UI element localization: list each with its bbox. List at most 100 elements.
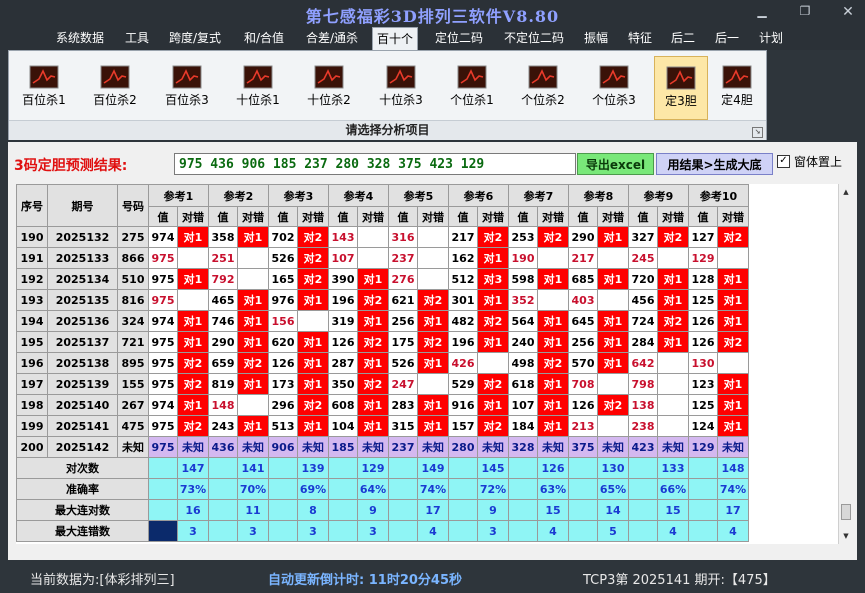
col-header-result[interactable]: 对错	[597, 206, 629, 227]
col-header-value[interactable]: 值	[328, 206, 358, 227]
ribbon-button[interactable]: 百位杀2	[83, 56, 147, 118]
cell-result[interactable]: 对2	[537, 352, 569, 374]
cell-result[interactable]	[597, 373, 629, 395]
cell-value[interactable]: 685	[568, 268, 598, 290]
col-header-result[interactable]: 对错	[417, 206, 449, 227]
menu-item[interactable]: 后二	[669, 29, 697, 47]
cell-result[interactable]: 对2	[417, 289, 449, 311]
col-header-value[interactable]: 值	[628, 206, 658, 227]
cell-result[interactable]	[477, 352, 509, 374]
cell-result[interactable]: 对2	[597, 394, 629, 416]
cell-value[interactable]: 175	[388, 331, 418, 353]
cell-value[interactable]: 746	[208, 310, 238, 332]
cell-value[interactable]: 974	[148, 310, 178, 332]
cell-value[interactable]: 128	[688, 268, 718, 290]
menu-item[interactable]: 系统数据	[53, 29, 107, 47]
col-header-ref[interactable]: 参考6	[448, 184, 509, 207]
ribbon-button[interactable]: 定4胆	[711, 56, 763, 118]
cell-result[interactable]: 对2	[177, 373, 209, 395]
cell-value[interactable]: 217	[568, 247, 598, 269]
cell-result[interactable]: 未知	[177, 436, 209, 458]
cell-value[interactable]: 975	[148, 415, 178, 437]
cell-result[interactable]: 对1	[357, 352, 389, 374]
col-header-value[interactable]: 值	[568, 206, 598, 227]
cell-value[interactable]: 256	[568, 331, 598, 353]
ribbon-button[interactable]: 个位杀2	[511, 56, 575, 118]
cell-value[interactable]: 358	[208, 226, 238, 248]
cell-result[interactable]: 未知	[717, 436, 749, 458]
cell-value[interactable]: 975	[148, 373, 178, 395]
cell-value[interactable]: 526	[388, 352, 418, 374]
cell-value[interactable]: 570	[568, 352, 598, 374]
cell-value[interactable]: 165	[268, 268, 298, 290]
cell-result[interactable]: 对1	[357, 310, 389, 332]
table-row[interactable]: 195 2025137 721 975 对1 290 对1 620 对1 126 对2 175 对2 19…	[16, 331, 749, 353]
cell-result[interactable]: 对1	[297, 415, 329, 437]
cell-value[interactable]: 126	[688, 310, 718, 332]
cell-value[interactable]: 162	[448, 247, 478, 269]
cell-value[interactable]: 124	[688, 415, 718, 437]
table-row[interactable]: 200 2025142 未知 975 未知 436 未知 906 未知 185 未知 237 未知 280…	[16, 436, 749, 458]
cell-result[interactable]	[657, 373, 689, 395]
cell-value[interactable]: 792	[208, 268, 238, 290]
cell-value[interactable]: 125	[688, 394, 718, 416]
cell-result[interactable]: 对1	[297, 331, 329, 353]
cell-result[interactable]: 对3	[477, 268, 509, 290]
cell-result[interactable]: 对2	[417, 331, 449, 353]
ribbon-button[interactable]: 个位杀3	[582, 56, 646, 118]
cell-value[interactable]: 724	[628, 310, 658, 332]
cell-value[interactable]: 975	[148, 436, 178, 458]
cell-result[interactable]: 对1	[177, 394, 209, 416]
cell-result[interactable]	[297, 310, 329, 332]
cell-value[interactable]: 645	[568, 310, 598, 332]
cell-result[interactable]: 对2	[357, 289, 389, 311]
cell-value[interactable]: 642	[628, 352, 658, 374]
cell-value[interactable]: 512	[448, 268, 478, 290]
cell-result[interactable]: 对1	[237, 415, 269, 437]
cell-value[interactable]: 974	[148, 226, 178, 248]
cell-result[interactable]: 对1	[537, 394, 569, 416]
cell-result[interactable]: 对2	[177, 352, 209, 374]
cell-value[interactable]: 126	[268, 352, 298, 374]
cell-result[interactable]: 对2	[717, 331, 749, 353]
cell-result[interactable]: 对1	[597, 268, 629, 290]
cell-result[interactable]: 对2	[297, 268, 329, 290]
cell-result[interactable]: 对2	[297, 394, 329, 416]
cell-value[interactable]: 975	[148, 268, 178, 290]
cell-value[interactable]: 240	[508, 331, 538, 353]
col-header-result[interactable]: 对错	[297, 206, 329, 227]
cell-result[interactable]: 对2	[477, 310, 509, 332]
cell-result[interactable]: 对2	[657, 310, 689, 332]
cell-value[interactable]: 287	[328, 352, 358, 374]
prediction-result-field[interactable]: 975 436 906 185 237 280 328 375 423 129	[174, 153, 576, 175]
cell-value[interactable]: 126	[688, 331, 718, 353]
cell-result[interactable]	[657, 394, 689, 416]
cell-result[interactable]	[537, 289, 569, 311]
col-header-value[interactable]: 值	[268, 206, 298, 227]
menu-item[interactable]: 跨度/复式	[165, 29, 225, 47]
cell-value[interactable]: 251	[208, 247, 238, 269]
cell-result[interactable]: 对2	[657, 226, 689, 248]
cell-value[interactable]: 184	[508, 415, 538, 437]
col-header-value[interactable]: 值	[448, 206, 478, 227]
close-icon[interactable]: ✕	[838, 4, 858, 20]
scroll-up-icon[interactable]: ▲	[840, 186, 852, 198]
cell-result[interactable]	[237, 394, 269, 416]
cell-value[interactable]: 916	[448, 394, 478, 416]
col-header-result[interactable]: 对错	[177, 206, 209, 227]
menu-item[interactable]: 定位二码	[431, 29, 487, 47]
cell-value[interactable]: 319	[328, 310, 358, 332]
cell-value[interactable]: 659	[208, 352, 238, 374]
cell-value[interactable]: 327	[628, 226, 658, 248]
cell-result[interactable]: 对1	[177, 226, 209, 248]
cell-value[interactable]: 798	[628, 373, 658, 395]
cell-value[interactable]: 974	[148, 394, 178, 416]
ribbon-button[interactable]: 个位杀1	[440, 56, 504, 118]
cell-result[interactable]: 未知	[657, 436, 689, 458]
cell-result[interactable]: 未知	[357, 436, 389, 458]
cell-result[interactable]: 对1	[657, 268, 689, 290]
cell-value[interactable]: 423	[628, 436, 658, 458]
col-header-result[interactable]: 对错	[537, 206, 569, 227]
cell-value[interactable]: 456	[628, 289, 658, 311]
cell-result[interactable]: 对1	[477, 394, 509, 416]
